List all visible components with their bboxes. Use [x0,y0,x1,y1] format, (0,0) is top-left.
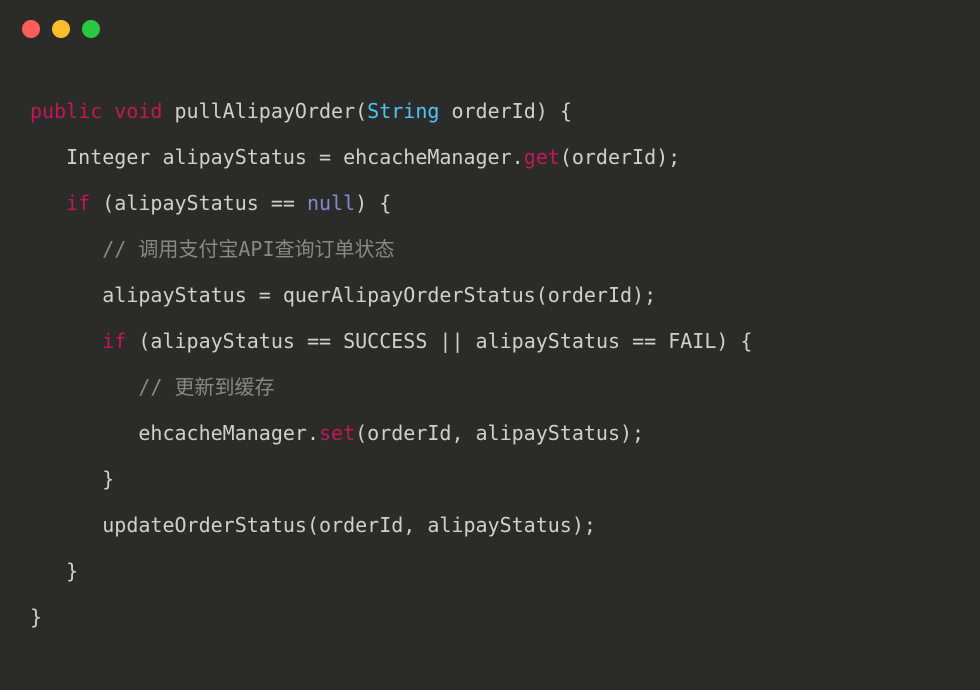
code-window: public void pullAlipayOrder(String order… [0,0,980,690]
code-text: alipayStatus = querAlipayOrderStatus(ord… [30,283,656,307]
window-titlebar [0,0,980,48]
code-text: updateOrderStatus(orderId, alipayStatus)… [30,513,596,537]
code-text: (orderId, alipayStatus); [355,421,644,445]
type-string: String [367,99,439,123]
code-text: Integer alipayStatus = ehcacheManager. [30,145,524,169]
code-text: ) { [355,191,391,215]
code-text: (orderId); [560,145,680,169]
keyword-if: if [66,191,90,215]
code-text [30,329,102,353]
code-text: pullAlipayOrder( [162,99,367,123]
code-text: } [30,559,78,583]
method-get: get [524,145,560,169]
keyword-null: null [307,191,355,215]
code-text: (alipayStatus == SUCCESS || alipayStatus… [126,329,752,353]
code-text: (alipayStatus == [90,191,307,215]
code-text: orderId) { [439,99,571,123]
code-editor[interactable]: public void pullAlipayOrder(String order… [0,48,980,670]
keyword-if: if [102,329,126,353]
maximize-icon[interactable] [82,20,100,38]
code-comment: // 调用支付宝API查询订单状态 [30,237,395,261]
code-comment: // 更新到缓存 [30,375,275,399]
keyword-void: void [114,99,162,123]
code-text: } [30,467,114,491]
method-set: set [319,421,355,445]
code-text: ehcacheManager. [30,421,319,445]
code-text: } [30,605,42,629]
close-icon[interactable] [22,20,40,38]
minimize-icon[interactable] [52,20,70,38]
keyword-public: public [30,99,102,123]
code-text [30,191,66,215]
